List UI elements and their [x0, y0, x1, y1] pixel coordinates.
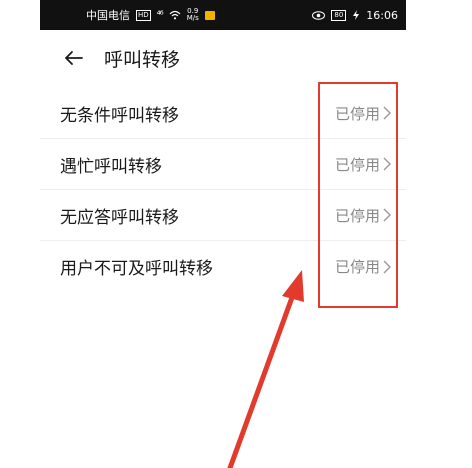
page-title: 呼叫转移	[104, 48, 181, 71]
status-right: 80 16:06	[312, 9, 398, 22]
item-label: 无条件呼叫转移	[60, 105, 179, 126]
speed-unit: M/s	[186, 14, 199, 22]
annotation-highlight-box	[318, 82, 398, 308]
battery-icon: 80	[331, 9, 347, 21]
charging-icon	[353, 10, 360, 20]
network-speed: 0.9 M/s	[187, 8, 199, 22]
item-label: 用户不可及呼叫转移	[60, 259, 213, 279]
eye-icon	[312, 10, 326, 20]
status-bar: 中国电信 HD ⁴⁶ 0.9 M/s 80 16:06	[40, 0, 406, 30]
page-header: 呼叫转移	[40, 30, 406, 86]
item-label: 无应答呼叫转移	[60, 207, 179, 228]
back-arrow-icon[interactable]	[60, 44, 88, 72]
signal-icon: ⁴⁶	[156, 9, 164, 21]
carrier-name: 中国电信	[86, 9, 130, 22]
notification-icon	[204, 10, 215, 20]
wifi-icon	[169, 10, 181, 20]
item-label: 遇忙呼叫转移	[60, 156, 162, 177]
clock: 16:06	[366, 8, 398, 22]
hd-badge: HD	[136, 9, 151, 21]
status-left: 中国电信 HD ⁴⁶ 0.9 M/s	[86, 7, 215, 23]
